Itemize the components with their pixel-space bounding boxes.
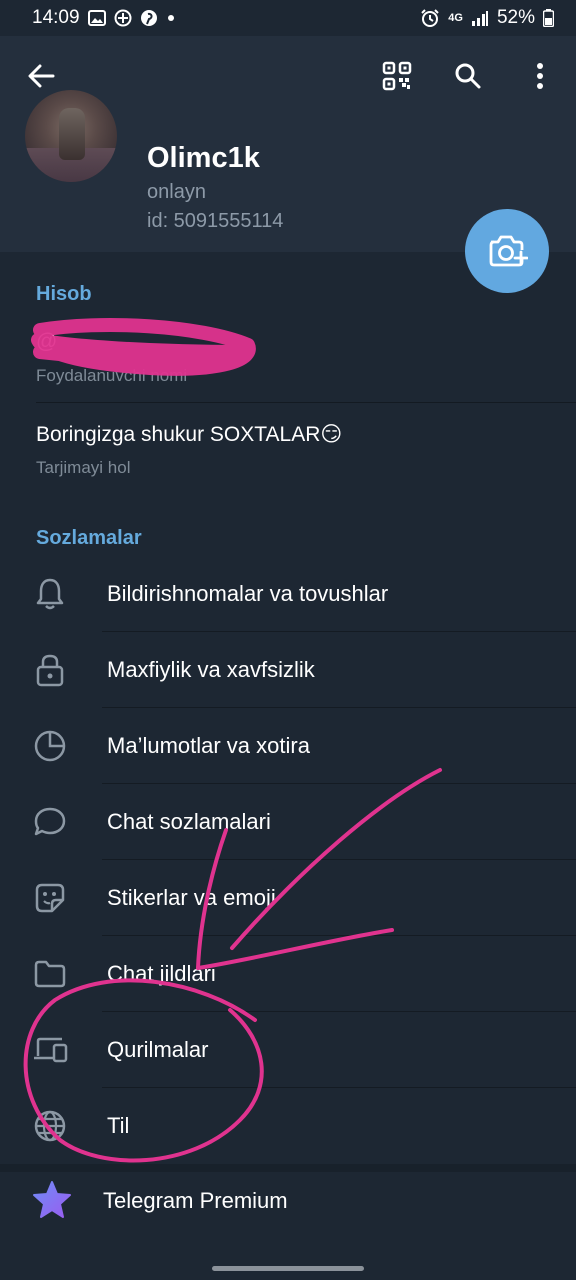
settings-item-chat-folders[interactable]: Chat jildlari <box>0 936 576 1012</box>
bio-label: Tarjimayi hol <box>36 458 131 477</box>
settings-item-label: Chat sozlamalari <box>107 809 271 834</box>
username-item[interactable]: @ Foydalanuvchi nomi <box>0 316 576 402</box>
premium-label: Telegram Premium <box>103 1188 288 1213</box>
alarm-icon <box>420 8 440 28</box>
pie-chart-icon <box>30 727 70 765</box>
bio-value: Boringizga shukur SOXTALAR😏 <box>36 423 343 446</box>
bio-item[interactable]: Boringizga shukur SOXTALAR😏 Tarjimayi ho… <box>0 403 576 495</box>
sticker-icon <box>30 879 70 917</box>
settings-item-label: Maxfiylik va xavfsizlik <box>107 657 315 682</box>
username-value: @ <box>36 330 58 353</box>
avatar[interactable] <box>25 90 117 182</box>
settings-item-language[interactable]: Til <box>0 1088 576 1164</box>
lock-icon <box>30 651 70 689</box>
more-vertical-icon[interactable] <box>520 56 560 96</box>
home-indicator <box>212 1266 364 1271</box>
settings-item-stickers[interactable]: Stikerlar va emoji <box>0 860 576 936</box>
profile-name: Olimc1k <box>147 142 260 174</box>
camera-add-icon <box>489 235 528 267</box>
signal-icon <box>471 10 489 26</box>
set-photo-button[interactable] <box>465 209 549 293</box>
chat-bubble-icon <box>30 803 70 841</box>
settings-item-label: Ma’lumotlar va xotira <box>107 733 310 758</box>
profile-id: id: 5091555114 <box>147 210 284 232</box>
devices-icon <box>30 1031 70 1069</box>
clock: 14:09 <box>32 7 80 28</box>
pinterest-icon <box>140 9 158 27</box>
settings-section-title: Sozlamalar <box>36 527 142 549</box>
battery-percent: 52% <box>496 7 535 28</box>
settings-item-label: Stikerlar va emoji <box>107 885 276 910</box>
bell-icon <box>30 575 70 613</box>
settings-item-label: Chat jildlari <box>107 961 216 986</box>
settings-item-devices[interactable]: Qurilmalar <box>0 1012 576 1088</box>
gallery-icon <box>87 10 106 26</box>
dot-icon <box>166 13 176 23</box>
settings-item-data-storage[interactable]: Ma’lumotlar va xotira <box>0 708 576 784</box>
account-section-title: Hisob <box>36 283 92 305</box>
settings-item-telegram-premium[interactable]: Telegram Premium <box>0 1164 576 1240</box>
globe-icon <box>30 1107 70 1145</box>
back-arrow-icon[interactable] <box>21 56 61 96</box>
status-bar: 14:09 4G 52% <box>0 0 576 36</box>
premium-star-icon <box>32 1181 72 1219</box>
settings-item-notifications[interactable]: Bildirishnomalar va tovushlar <box>0 556 576 632</box>
settings-item-privacy[interactable]: Maxfiylik va xavfsizlik <box>0 632 576 708</box>
username-label: Foydalanuvchi nomi <box>36 366 188 385</box>
battery-icon <box>543 9 554 27</box>
qr-code-icon[interactable] <box>377 56 417 96</box>
folder-icon <box>30 955 70 993</box>
search-icon[interactable] <box>448 56 488 96</box>
settings-item-label: Bildirishnomalar va tovushlar <box>107 581 389 606</box>
profile-status: onlayn <box>147 181 206 203</box>
settings-item-label: Qurilmalar <box>107 1037 209 1062</box>
settings-item-chat-settings[interactable]: Chat sozlamalari <box>0 784 576 860</box>
network-type: 4G <box>448 11 463 24</box>
settings-item-label: Til <box>107 1113 130 1138</box>
location-icon <box>114 9 132 27</box>
